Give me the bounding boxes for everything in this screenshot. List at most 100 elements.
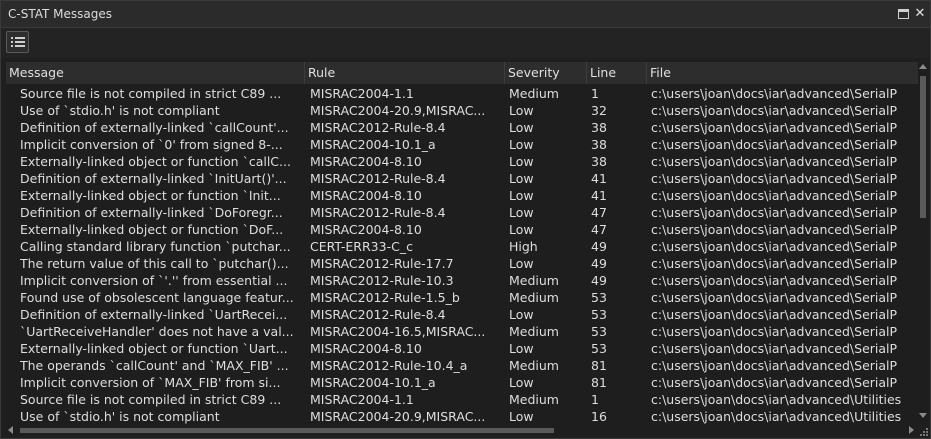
cell-file: c:\users\joan\docs\iar\advanced\SerialP <box>651 375 898 390</box>
horizontal-scroll-thumb[interactable] <box>20 428 554 433</box>
cell-message: Implicit conversion of `MAX_FIB' from si… <box>20 375 281 390</box>
cell-message: Source file is not compiled in strict C8… <box>20 86 282 101</box>
scroll-left-icon[interactable] <box>8 426 13 434</box>
cell-line: 49 <box>591 256 607 271</box>
cell-severity: Medium <box>509 358 559 373</box>
cell-rule: MISRAC2012-Rule-10.4_a <box>310 358 468 373</box>
cell-line: 1 <box>591 392 599 407</box>
cstat-messages-window: C-STAT Messages ✕ Message Rule Severity … <box>0 0 931 439</box>
scroll-up-icon[interactable] <box>919 64 927 69</box>
cell-rule: MISRAC2004-20.9,MISRAC... <box>310 409 486 424</box>
table-row[interactable]: Externally-linked object or function `In… <box>6 187 918 204</box>
cell-line: 53 <box>591 290 607 305</box>
table-row[interactable]: Externally-linked object or function `Do… <box>6 221 918 238</box>
cell-rule: MISRAC2004-8.10 <box>310 222 422 237</box>
cell-message: Calling standard library function `putch… <box>20 239 291 254</box>
list-view-button[interactable] <box>6 31 29 53</box>
scroll-right-icon[interactable] <box>909 426 914 434</box>
cell-line: 41 <box>591 188 607 203</box>
table-row[interactable]: Definition of externally-linked `UartRec… <box>6 306 918 323</box>
cell-file: c:\users\joan\docs\iar\advanced\SerialP <box>651 358 898 373</box>
cell-rule: MISRAC2012-Rule-10.3 <box>310 273 454 288</box>
cell-severity: Medium <box>509 86 559 101</box>
cell-message: Implicit conversion of `0' from signed 8… <box>20 137 283 152</box>
cell-message: Implicit conversion of `'.'' from essent… <box>20 273 288 288</box>
cell-message: Definition of externally-linked `UartRec… <box>20 307 288 322</box>
table-row[interactable]: Calling standard library function `putch… <box>6 238 918 255</box>
table-row[interactable]: `UartReceiveHandler' does not have a val… <box>6 323 918 340</box>
cell-severity: Low <box>509 188 534 203</box>
maximize-button[interactable] <box>896 7 910 21</box>
resize-grip-icon[interactable] <box>920 428 928 436</box>
cell-message: The operands `callCount' and `MAX_FIB' .… <box>20 358 289 373</box>
cell-line: 53 <box>591 341 607 356</box>
cell-rule: MISRAC2004-1.1 <box>310 86 414 101</box>
table-row[interactable]: The operands `callCount' and `MAX_FIB' .… <box>6 357 918 374</box>
cell-line: 53 <box>591 324 607 339</box>
cell-severity: Low <box>509 171 534 186</box>
cell-severity: Medium <box>509 392 559 407</box>
cell-severity: Low <box>509 256 534 271</box>
cell-message: Definition of externally-linked `callCou… <box>20 120 289 135</box>
cell-severity: Low <box>509 222 534 237</box>
cell-file: c:\users\joan\docs\iar\advanced\SerialP <box>651 120 898 135</box>
cell-rule: MISRAC2004-10.1_a <box>310 137 436 152</box>
cell-rule: MISRAC2004-20.9,MISRAC... <box>310 103 486 118</box>
cell-file: c:\users\joan\docs\iar\advanced\SerialP <box>651 86 898 101</box>
cell-message: Found use of obsolescent language featur… <box>20 290 294 305</box>
cell-rule: MISRAC2004-8.10 <box>310 154 422 169</box>
column-header-line[interactable]: Line <box>587 62 647 84</box>
messages-table: Message Rule Severity Line File Source f… <box>6 62 918 425</box>
table-row[interactable]: Source file is not compiled in strict C8… <box>6 391 918 408</box>
table-row[interactable]: Implicit conversion of `0' from signed 8… <box>6 136 918 153</box>
column-header-rule[interactable]: Rule <box>305 62 505 84</box>
cell-message: Externally-linked object or function `Do… <box>20 222 284 237</box>
column-header-file[interactable]: File <box>647 62 918 84</box>
cell-file: c:\users\joan\docs\iar\advanced\SerialP <box>651 222 898 237</box>
cell-line: 32 <box>591 103 607 118</box>
table-row[interactable]: Externally-linked object or function `ca… <box>6 153 918 170</box>
table-row[interactable]: The return value of this call to `putcha… <box>6 255 918 272</box>
cell-line: 1 <box>591 86 599 101</box>
table-row[interactable]: Use of `stdio.h' is not compliant MISRAC2… <box>6 408 918 425</box>
vertical-scrollbar[interactable] <box>918 62 928 425</box>
cell-message: `UartReceiveHandler' does not have a val… <box>20 324 294 339</box>
cell-rule: MISRAC2012-Rule-8.4 <box>310 307 446 322</box>
cell-line: 47 <box>591 222 607 237</box>
table-row[interactable]: Externally-linked object or function `Ua… <box>6 340 918 357</box>
cell-message: Externally-linked object or function `In… <box>20 188 281 203</box>
scroll-down-icon[interactable] <box>919 413 927 418</box>
table-row[interactable]: Implicit conversion of `'.'' from essent… <box>6 272 918 289</box>
table-row[interactable]: Source file is not compiled in strict C8… <box>6 85 918 102</box>
table-row[interactable]: Found use of obsolescent language featur… <box>6 289 918 306</box>
table-row[interactable]: Implicit conversion of `MAX_FIB' from si… <box>6 374 918 391</box>
cell-line: 47 <box>591 205 607 220</box>
table-row[interactable]: Definition of externally-linked `callCou… <box>6 119 918 136</box>
cell-file: c:\users\joan\docs\iar\advanced\SerialP <box>651 239 898 254</box>
table-row[interactable]: Definition of externally-linked `DoForeg… <box>6 204 918 221</box>
cell-file: c:\users\joan\docs\iar\advanced\SerialP <box>651 324 898 339</box>
close-button[interactable]: ✕ <box>913 7 927 21</box>
column-header-message[interactable]: Message <box>6 62 305 84</box>
cell-severity: Medium <box>509 273 559 288</box>
table-row[interactable]: Definition of externally-linked `InitUar… <box>6 170 918 187</box>
horizontal-scrollbar[interactable] <box>6 425 918 436</box>
cell-line: 38 <box>591 137 607 152</box>
cell-file: c:\users\joan\docs\iar\advanced\SerialP <box>651 290 898 305</box>
cell-line: 38 <box>591 154 607 169</box>
cell-file: c:\users\joan\docs\iar\advanced\SerialP <box>651 205 898 220</box>
cell-rule: MISRAC2012-Rule-17.7 <box>310 256 454 271</box>
table-row[interactable]: Use of `stdio.h' is not compliant MISRAC2… <box>6 102 918 119</box>
cell-line: 16 <box>591 409 607 424</box>
cell-rule: MISRAC2004-8.10 <box>310 341 422 356</box>
cell-rule: MISRAC2004-10.1_a <box>310 375 436 390</box>
cell-severity: Medium <box>509 290 559 305</box>
cell-file: c:\users\joan\docs\iar\advanced\SerialP <box>651 188 898 203</box>
cell-message: Externally-linked object or function `Ua… <box>20 341 288 356</box>
column-header-severity[interactable]: Severity <box>505 62 587 84</box>
cell-severity: Low <box>509 120 534 135</box>
cell-rule: MISRAC2004-8.10 <box>310 188 422 203</box>
cell-rule: MISRAC2004-16.5,MISRAC... <box>310 324 486 339</box>
cell-line: 81 <box>591 375 607 390</box>
vertical-scroll-thumb[interactable] <box>920 76 926 218</box>
